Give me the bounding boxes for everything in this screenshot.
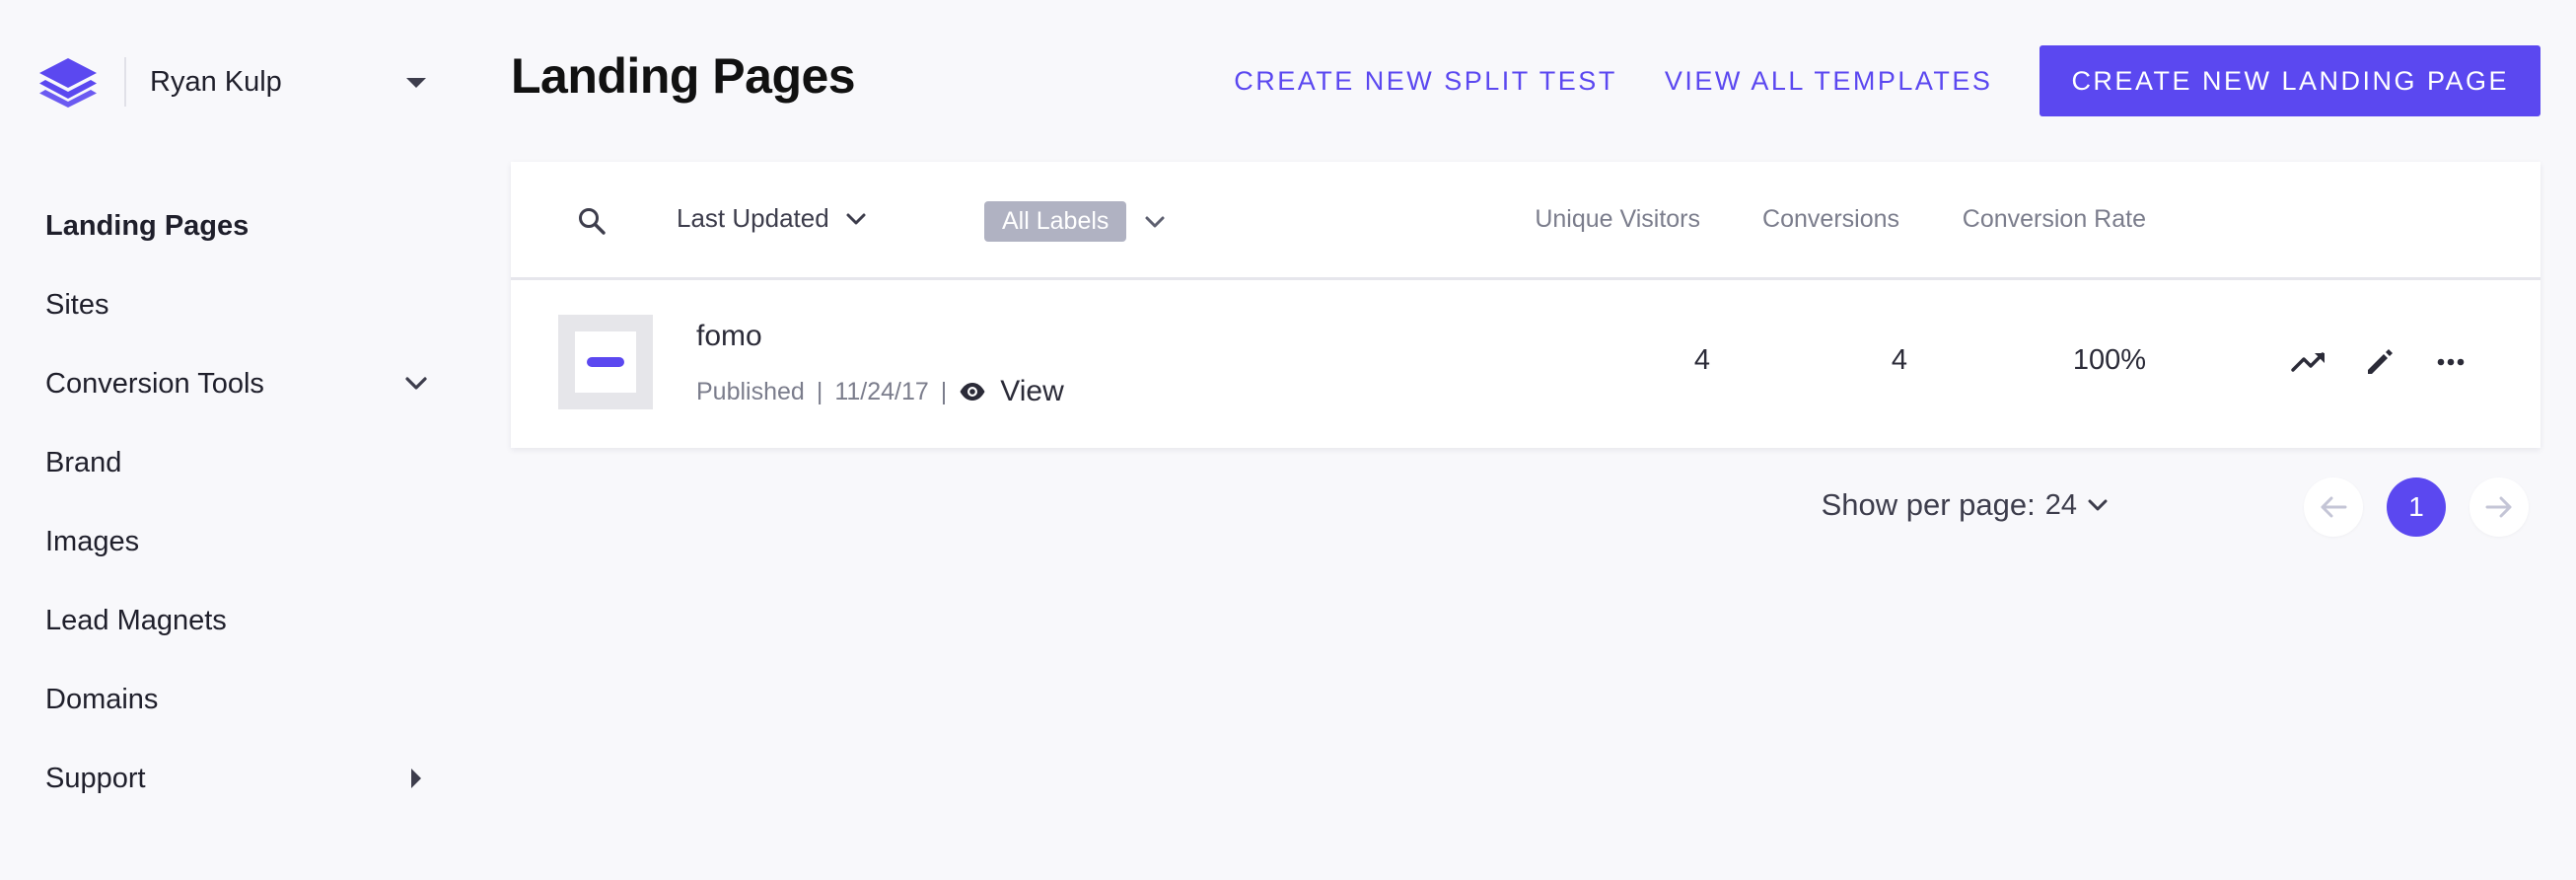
sidebar: Ryan Kulp Landing Pages Sites Conversion… [0, 0, 464, 880]
page-thumbnail[interactable] [558, 315, 653, 409]
nav-item-domains[interactable]: Domains [45, 660, 430, 739]
layers-logo-icon [36, 49, 101, 114]
account-switcher[interactable]: Ryan Kulp [36, 47, 430, 116]
pager: 1 [2304, 477, 2529, 537]
view-label: View [1000, 375, 1064, 407]
header-actions: CREATE NEW SPLIT TEST VIEW ALL TEMPLATES… [1234, 45, 2540, 116]
arrow-left-icon [2321, 496, 2347, 518]
nav-item-label: Lead Magnets [45, 604, 227, 636]
table-header: Last Updated All Labels Unique Visitors … [511, 162, 2540, 280]
status-text: Published [696, 377, 805, 405]
nav-item-label: Support [45, 762, 146, 794]
search-icon[interactable] [576, 205, 608, 237]
arrow-right-icon [2485, 496, 2512, 518]
create-landing-page-button[interactable]: CREATE NEW LANDING PAGE [2039, 45, 2540, 116]
pencil-icon[interactable] [2359, 341, 2400, 383]
per-page-value: 24 [2044, 488, 2077, 521]
next-page-button[interactable] [2469, 477, 2529, 537]
column-header-conversions: Conversions [1762, 205, 1899, 233]
eye-icon [959, 382, 986, 402]
chevron-down-icon [1144, 215, 1166, 229]
pagination-bar: Show per page: 24 1 [511, 474, 2540, 543]
logo-divider [124, 57, 126, 107]
table-row[interactable]: fomo Published | 11/24/17 | View 4 4 100… [511, 280, 2540, 448]
conversion-rate-value: 100% [2072, 344, 2146, 376]
previous-page-button[interactable] [2304, 477, 2363, 537]
thumbnail-bar [587, 357, 624, 367]
page-meta: Published | 11/24/17 | View [696, 375, 1064, 408]
conversions-value: 4 [1891, 344, 1907, 376]
sort-select[interactable]: Last Updated [677, 203, 867, 234]
chevron-down-icon [845, 212, 867, 226]
nav-item-sites[interactable]: Sites [45, 265, 430, 344]
nav-item-images[interactable]: Images [45, 502, 430, 581]
separator: | [816, 377, 823, 405]
page-number-current[interactable]: 1 [2387, 477, 2446, 537]
nav-item-label: Domains [45, 683, 159, 715]
account-name: Ryan Kulp [150, 65, 282, 98]
main-nav: Landing Pages Sites Conversion Tools Bra… [45, 186, 430, 818]
nav-item-label: Landing Pages [45, 209, 250, 242]
chevron-down-icon[interactable] [402, 370, 430, 398]
nav-item-brand[interactable]: Brand [45, 423, 430, 502]
landing-pages-table: Last Updated All Labels Unique Visitors … [511, 162, 2540, 448]
view-templates-button[interactable]: VIEW ALL TEMPLATES [1665, 66, 1993, 97]
caret-down-icon[interactable] [402, 69, 430, 97]
create-split-test-button[interactable]: CREATE NEW SPLIT TEST [1234, 66, 1617, 97]
chevron-down-icon [2087, 498, 2109, 512]
label-filter[interactable]: All Labels [984, 201, 1166, 242]
sort-label: Last Updated [677, 203, 829, 233]
nav-item-support[interactable]: Support [45, 739, 430, 818]
separator: | [940, 377, 948, 405]
more-options-icon[interactable] [2430, 341, 2471, 383]
trending-up-icon[interactable] [2288, 341, 2329, 383]
column-header-conversion-rate: Conversion Rate [1962, 205, 2146, 233]
nav-item-label: Brand [45, 446, 122, 478]
caret-right-icon[interactable] [402, 765, 430, 792]
page-name[interactable]: fomo [696, 320, 762, 353]
unique-visitors-value: 4 [1693, 344, 1710, 376]
page-title: Landing Pages [511, 48, 856, 104]
per-page-label: Show per page: [1821, 487, 2036, 522]
nav-item-label: Conversion Tools [45, 367, 264, 400]
column-header-unique-visitors: Unique Visitors [1535, 205, 1700, 233]
label-chip: All Labels [984, 201, 1127, 242]
updated-date: 11/24/17 [834, 377, 929, 405]
nav-item-lead-magnets[interactable]: Lead Magnets [45, 581, 430, 660]
view-link[interactable]: View [959, 375, 1064, 408]
nav-item-conversion-tools[interactable]: Conversion Tools [45, 344, 430, 423]
nav-item-landing-pages[interactable]: Landing Pages [45, 186, 430, 265]
nav-item-label: Sites [45, 288, 109, 321]
per-page-select[interactable]: Show per page: 24 [1822, 487, 2109, 523]
row-actions [2258, 341, 2471, 383]
nav-item-label: Images [45, 525, 140, 557]
